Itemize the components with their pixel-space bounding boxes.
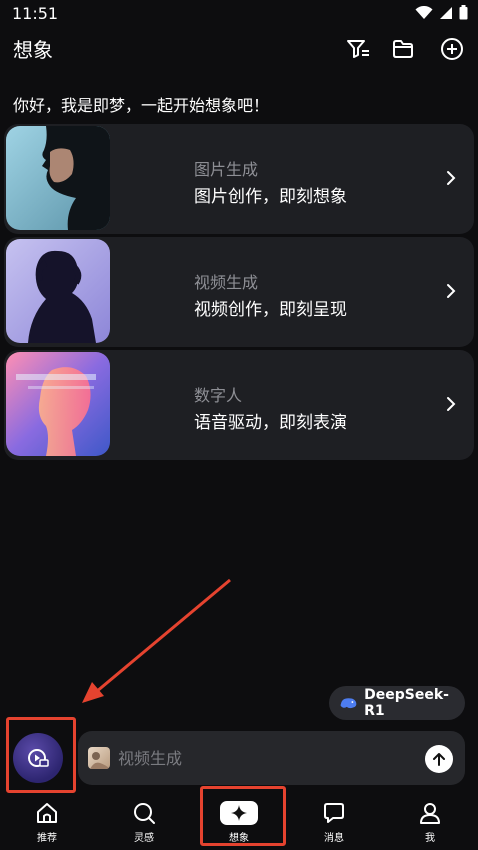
tab-label: 灵感 [134,833,154,844]
chat-bubble-icon [321,800,347,826]
tab-recommend[interactable]: 推荐 [12,792,82,848]
arrow-up-icon [433,753,445,766]
tab-me[interactable]: 我 [395,792,465,848]
send-button[interactable] [425,745,453,773]
tab-label: 消息 [324,833,344,844]
model-selector[interactable]: DeepSeek-R1 [329,686,465,720]
reference-image-thumbnail[interactable] [88,747,110,769]
tab-label: 推荐 [37,833,57,844]
whale-icon [340,698,357,709]
bottom-tab-bar: 推荐 灵感 想象 消息 我 [0,786,478,850]
annotation-highlight-tab [200,786,286,846]
video-play-icon [28,749,49,767]
prompt-bar [78,731,465,785]
person-icon [417,800,443,826]
video-agent-button[interactable] [13,733,63,783]
tab-label: 我 [425,833,435,844]
home-icon [34,800,60,826]
search-icon [131,800,157,826]
model-label: DeepSeek-R1 [364,687,449,719]
prompt-input[interactable] [118,744,408,772]
tab-messages[interactable]: 消息 [299,792,369,848]
tab-inspiration[interactable]: 灵感 [109,792,179,848]
